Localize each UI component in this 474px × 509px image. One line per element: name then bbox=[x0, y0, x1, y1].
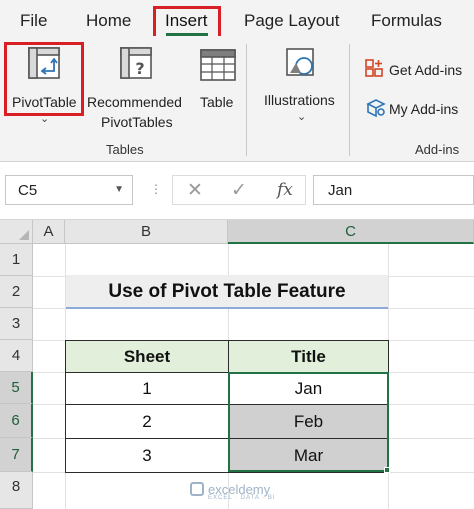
table-cell[interactable]: 2 bbox=[65, 404, 229, 439]
row-header-5[interactable]: 5 bbox=[0, 372, 33, 404]
table-cell-selected[interactable]: Mar bbox=[228, 438, 389, 473]
ribbon-insert: PivotTable ⌄ ? Recommended PivotTables T… bbox=[0, 36, 474, 162]
table-icon bbox=[200, 49, 236, 81]
watermark-logo: exceldemy EXCEL · DATA · BI bbox=[190, 482, 276, 501]
get-addins-label: Get Add-ins bbox=[389, 62, 463, 78]
tab-file[interactable]: File bbox=[20, 11, 47, 31]
recommended-pivottables-icon: ? bbox=[120, 47, 152, 79]
fill-handle[interactable] bbox=[384, 467, 390, 473]
table-cell[interactable]: 1 bbox=[65, 372, 229, 405]
row-header-2[interactable]: 2 bbox=[0, 276, 33, 308]
table-cell-selected[interactable]: Feb bbox=[228, 404, 389, 439]
row-header-6[interactable]: 6 bbox=[0, 404, 33, 438]
formula-buttons: ✕ ✓ fx bbox=[172, 175, 306, 205]
illustrations-label: Illustrations bbox=[264, 92, 335, 108]
tab-formulas[interactable]: Formulas bbox=[371, 11, 442, 31]
my-addins-label: My Add-ins bbox=[389, 101, 459, 117]
my-addins-icon bbox=[366, 99, 386, 118]
chevron-down-icon[interactable]: ▼ bbox=[114, 184, 124, 195]
sheet-title-cell[interactable]: Use of Pivot Table Feature bbox=[66, 275, 388, 309]
tab-home[interactable]: Home bbox=[86, 11, 131, 31]
tab-page-layout[interactable]: Page Layout bbox=[244, 11, 339, 31]
illustrations-icon bbox=[286, 48, 314, 76]
formula-input[interactable]: Jan bbox=[313, 175, 474, 205]
grip-icon: ⋮ bbox=[150, 182, 162, 196]
table-header-title[interactable]: Title bbox=[228, 340, 389, 373]
svg-text:?: ? bbox=[135, 59, 144, 78]
cancel-icon[interactable]: ✕ bbox=[187, 179, 203, 202]
select-all-button[interactable] bbox=[0, 220, 33, 244]
tables-group-label: Tables bbox=[106, 142, 144, 157]
column-header-b[interactable]: B bbox=[65, 220, 228, 244]
watermark-tagline: EXCEL · DATA · BI bbox=[208, 495, 276, 501]
column-header-c[interactable]: C bbox=[228, 220, 474, 244]
row-header-8[interactable]: 8 bbox=[0, 472, 33, 509]
exceldemy-logo-icon bbox=[190, 482, 204, 496]
formula-bar: C5 ▼ ⋮ ✕ ✓ fx Jan bbox=[0, 162, 474, 220]
addins-group-label: Add-ins bbox=[415, 142, 460, 157]
table-header-sheet[interactable]: Sheet bbox=[65, 340, 229, 373]
ribbon-divider bbox=[349, 44, 350, 156]
name-box-value: C5 bbox=[18, 182, 38, 199]
recommended-label-2: PivotTables bbox=[101, 114, 173, 130]
menu-bar: File Home Insert Page Layout Formulas bbox=[0, 0, 474, 42]
get-addins-icon bbox=[365, 59, 383, 77]
table-label: Table bbox=[200, 94, 234, 110]
formula-input-value: Jan bbox=[328, 182, 353, 199]
table-cell[interactable]: 3 bbox=[65, 438, 229, 473]
row-header-7[interactable]: 7 bbox=[0, 438, 33, 472]
column-header-a[interactable]: A bbox=[33, 220, 65, 244]
table-cell-active[interactable]: Jan bbox=[228, 372, 389, 405]
ribbon-divider bbox=[246, 44, 247, 156]
row-header-4[interactable]: 4 bbox=[0, 340, 33, 372]
enter-icon[interactable]: ✓ bbox=[231, 179, 247, 202]
corner-triangle-icon bbox=[19, 230, 29, 240]
chevron-down-icon: ⌄ bbox=[297, 111, 307, 123]
pivottable-highlight bbox=[4, 42, 84, 116]
worksheet-grid: A B C 1 2 3 4 5 6 7 8 Use of Pivot Table… bbox=[0, 220, 474, 509]
row-header-1[interactable]: 1 bbox=[0, 244, 33, 276]
row-header-3[interactable]: 3 bbox=[0, 308, 33, 340]
recommended-label-1: Recommended bbox=[87, 94, 182, 110]
name-box[interactable]: C5 ▼ bbox=[5, 175, 133, 205]
insert-function-icon[interactable]: fx bbox=[277, 180, 293, 200]
